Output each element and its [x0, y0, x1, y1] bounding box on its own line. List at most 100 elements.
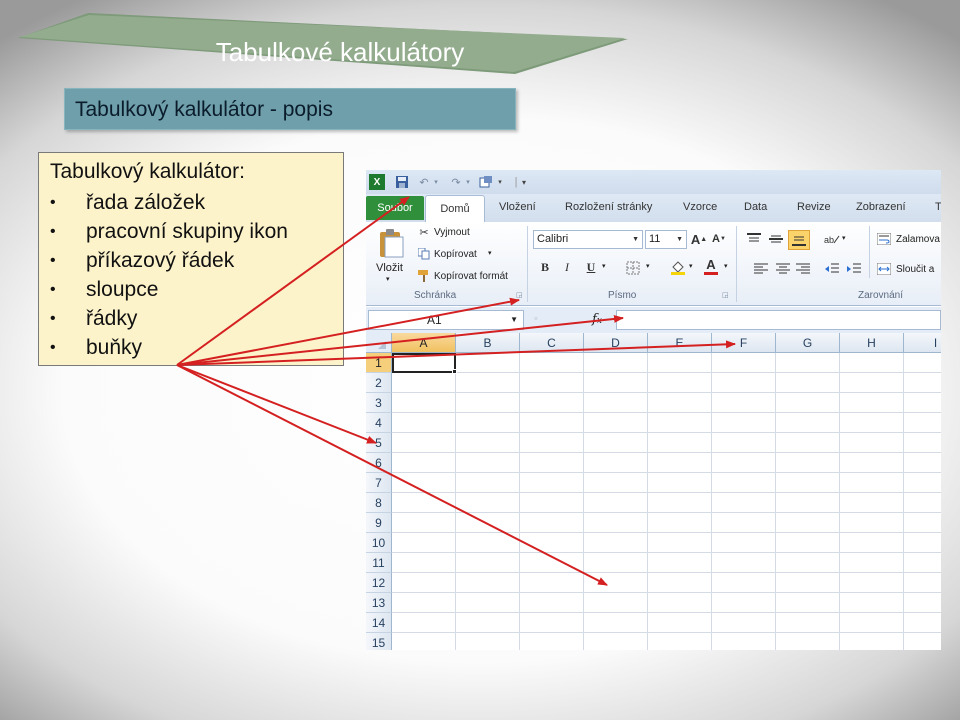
row-header[interactable]: 15 [366, 633, 392, 650]
align-left-icon[interactable] [753, 262, 769, 276]
tab-file[interactable]: Soubor [366, 196, 424, 220]
group-separator [736, 226, 737, 302]
column-header[interactable]: G [776, 333, 840, 353]
bold-button[interactable]: B [538, 259, 552, 275]
merge-center-label[interactable]: Sloučit a [896, 264, 934, 275]
decrease-indent-icon[interactable] [824, 262, 840, 276]
grid-line [392, 592, 941, 593]
dialog-launcher-icon[interactable]: ◲ [722, 291, 729, 299]
tab-data[interactable]: Data [744, 201, 767, 213]
column-header[interactable]: B [456, 333, 520, 353]
row-header[interactable]: 7 [366, 473, 392, 493]
tab-insert[interactable]: Vložení [499, 201, 536, 213]
wrap-text-icon[interactable] [876, 232, 892, 246]
column-header[interactable]: C [520, 333, 584, 353]
insert-function-icon[interactable]: fx [592, 312, 602, 327]
grid-line [392, 612, 941, 613]
shrink-font-icon[interactable]: A ▼ [712, 230, 726, 248]
row-header[interactable]: 4 [366, 413, 392, 433]
chevron-down-icon[interactable]: ▾ [689, 262, 693, 270]
row-header[interactable]: 2 [366, 373, 392, 393]
orientation-icon[interactable]: ab [824, 232, 840, 246]
grid-line [392, 472, 941, 473]
font-size-select[interactable]: 11 ▼ [645, 230, 687, 249]
tab-page-layout[interactable]: Rozložení stránky [565, 201, 652, 213]
align-right-icon[interactable] [795, 262, 811, 276]
tab-review[interactable]: Revize [797, 201, 831, 213]
list-item: • sloupce [50, 277, 159, 301]
chevron-down-icon[interactable]: ▾ [646, 262, 650, 270]
grow-font-icon[interactable]: A ▲ [691, 230, 707, 248]
grid-line [392, 512, 941, 513]
row-header[interactable]: 11 [366, 553, 392, 573]
format-painter-label[interactable]: Kopírovat formát [434, 271, 508, 282]
formula-bar-handle-icon[interactable]: ◦ [530, 313, 542, 325]
underline-button[interactable]: U [584, 259, 598, 275]
font-color-icon[interactable]: A [703, 256, 719, 276]
row-header[interactable]: 12 [366, 573, 392, 593]
column-header[interactable]: H [840, 333, 904, 353]
customize-toolbar-icon[interactable]: ▾ [516, 174, 532, 190]
fill-color-icon[interactable] [669, 258, 687, 276]
align-top-icon[interactable] [746, 232, 762, 246]
formula-input[interactable] [616, 310, 941, 330]
grid-line [392, 552, 941, 553]
chevron-down-icon[interactable]: ▾ [488, 249, 492, 257]
borders-icon[interactable] [625, 260, 641, 276]
column-header[interactable]: E [648, 333, 712, 353]
wrap-text-label[interactable]: Zalamova [896, 234, 940, 245]
italic-button[interactable]: I [560, 259, 574, 275]
svg-text:ab: ab [824, 235, 834, 245]
column-header[interactable]: F [712, 333, 776, 353]
row-header[interactable]: 8 [366, 493, 392, 513]
row-header[interactable]: 1 [366, 353, 392, 373]
cell-area[interactable] [392, 353, 941, 650]
merge-center-icon[interactable] [876, 262, 892, 276]
select-all-button[interactable] [366, 333, 392, 353]
copy-label[interactable]: Kopírovat [434, 249, 477, 260]
row-header[interactable]: 3 [366, 393, 392, 413]
row-header[interactable]: 9 [366, 513, 392, 533]
name-box[interactable]: A1 ▼ [368, 310, 524, 330]
save-icon[interactable] [394, 174, 410, 190]
tab-formulas[interactable]: Vzorce [683, 201, 717, 213]
scissors-icon[interactable]: ✂ [417, 225, 431, 239]
description-box: Tabulkový kalkulátor: • řada záložek • pra… [38, 152, 344, 366]
chevron-down-icon[interactable]: ▾ [492, 174, 508, 190]
grid-line [583, 353, 584, 650]
row-header[interactable]: 6 [366, 453, 392, 473]
row-header[interactable]: 14 [366, 613, 392, 633]
row-header[interactable]: 10 [366, 533, 392, 553]
chevron-down-icon[interactable]: ▾ [724, 262, 728, 270]
tab-home[interactable]: Domů [425, 195, 485, 222]
row-header[interactable]: 13 [366, 593, 392, 613]
chevron-down-icon[interactable]: ▾ [460, 174, 476, 190]
align-center-icon[interactable] [775, 262, 791, 276]
active-cell[interactable] [392, 353, 456, 373]
list-item: • řada záložek [50, 190, 206, 214]
chevron-down-icon[interactable]: ▾ [386, 275, 390, 283]
align-bottom-icon[interactable] [788, 230, 810, 250]
paste-icon[interactable] [376, 226, 406, 260]
row-header[interactable]: 5 [366, 433, 392, 453]
chevron-down-icon[interactable]: ▾ [602, 262, 606, 270]
increase-indent-icon[interactable] [846, 262, 862, 276]
fill-handle[interactable] [452, 369, 457, 374]
tab-more[interactable]: T [935, 201, 941, 213]
spreadsheet-grid: A B C D E F G H I 1 2 3 4 5 6 7 8 9 10 1… [366, 333, 941, 650]
copy-icon[interactable] [417, 247, 431, 261]
column-header[interactable]: D [584, 333, 648, 353]
tab-view[interactable]: Zobrazení [856, 201, 906, 213]
dialog-launcher-icon[interactable]: ◲ [516, 291, 523, 299]
column-header[interactable]: I [904, 333, 941, 353]
align-middle-icon[interactable] [768, 232, 784, 246]
chevron-down-icon[interactable]: ▾ [842, 234, 846, 242]
paste-label[interactable]: Vložit [376, 262, 403, 274]
font-name-select[interactable]: Calibri ▼ [533, 230, 643, 249]
column-header[interactable]: A [392, 333, 456, 353]
formula-bar: A1 ▼ ◦ fx [366, 307, 941, 333]
chevron-down-icon[interactable]: ▾ [428, 174, 444, 190]
grid-line [711, 353, 712, 650]
format-painter-icon[interactable] [417, 269, 431, 283]
cut-label[interactable]: Vyjmout [434, 227, 470, 238]
